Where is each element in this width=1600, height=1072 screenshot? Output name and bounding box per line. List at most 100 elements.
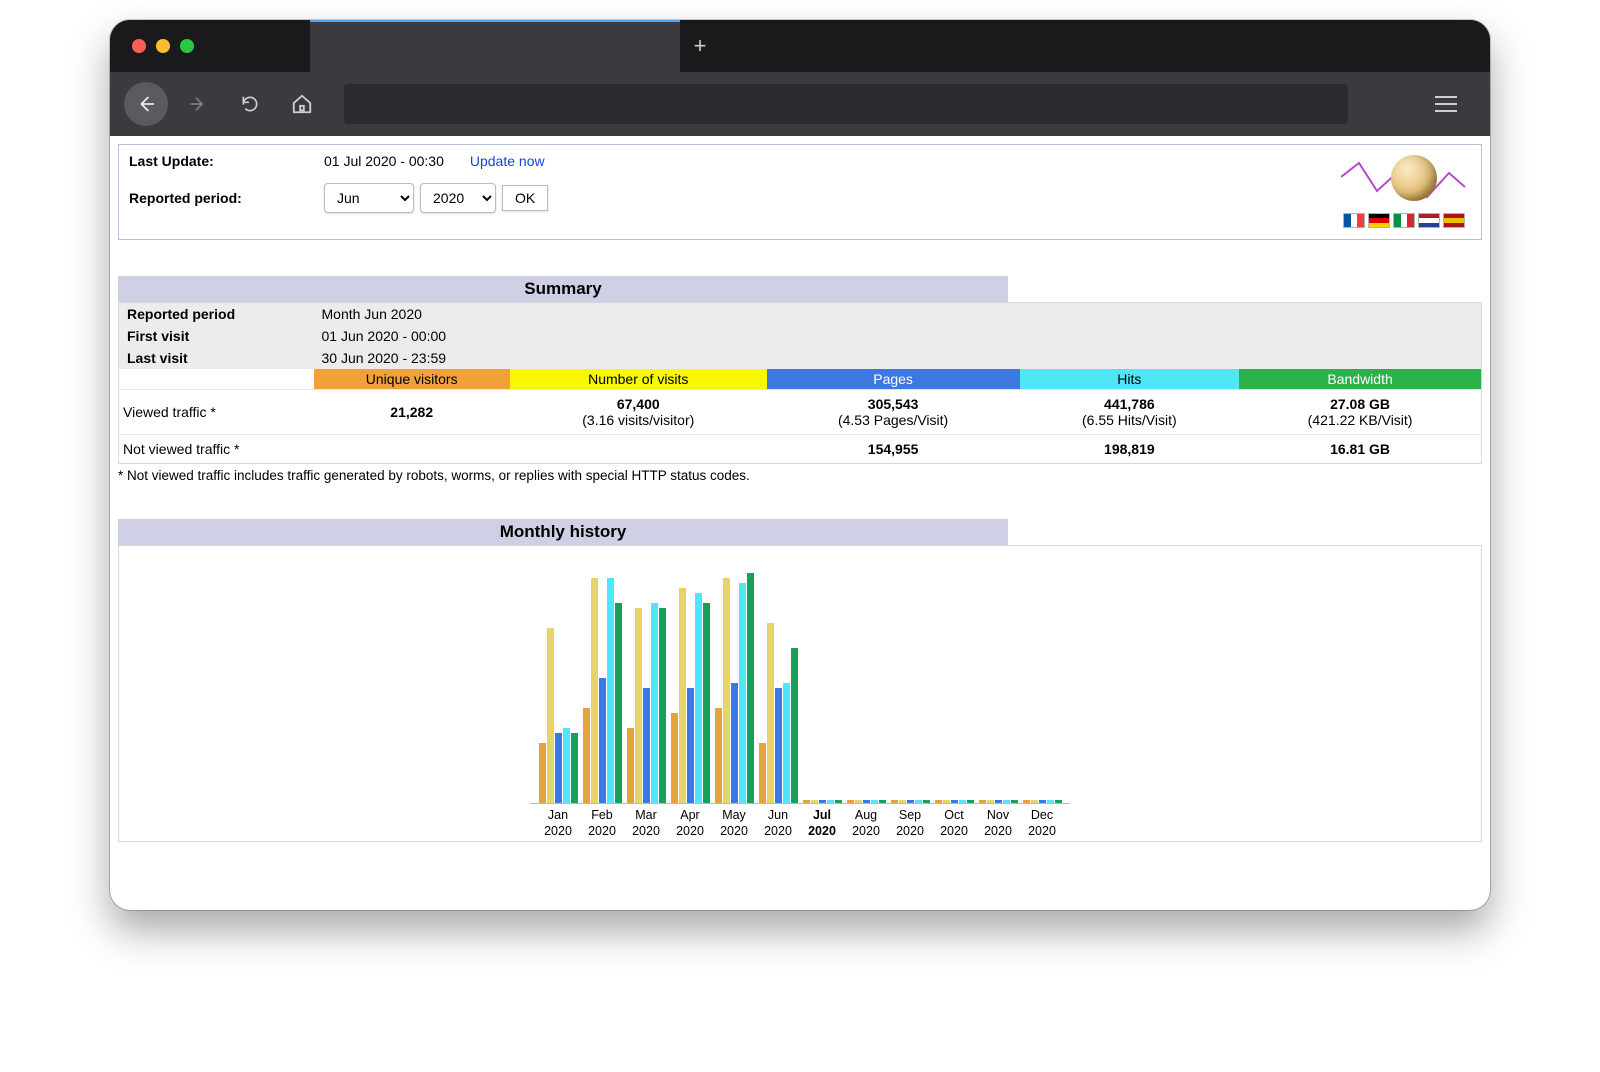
chart-bar-pg [1039, 800, 1046, 803]
address-bar[interactable] [344, 84, 1348, 124]
chart-xlabel: Jan2020 [538, 808, 578, 839]
chart-bar-uv [539, 743, 546, 803]
browser-tab-active[interactable] [310, 20, 680, 72]
chart-bar-bw [1055, 800, 1062, 803]
last-visit-label: Last visit [119, 347, 314, 369]
flag-spain[interactable] [1443, 213, 1465, 228]
chart-xlabel: Aug2020 [846, 808, 886, 839]
chart-bar-uv [979, 800, 986, 803]
new-tab-button[interactable]: + [680, 20, 720, 72]
chart-bar-ht [871, 800, 878, 803]
viewed-pages: 305,543 [868, 396, 919, 412]
chart-bar-nv [547, 628, 554, 803]
chart-month-group [978, 800, 1018, 803]
flag-italy[interactable] [1393, 213, 1415, 228]
flag-france[interactable] [1343, 213, 1365, 228]
not-viewed-bw: 16.81 GB [1330, 441, 1390, 457]
year-select[interactable]: 201820192020 [420, 183, 496, 213]
chart-xlabel: May2020 [714, 808, 754, 839]
summary-table: Reported period Month Jun 2020 First vis… [118, 302, 1482, 464]
viewed-traffic-label: Viewed traffic * [119, 390, 314, 435]
arrow-right-icon [188, 94, 208, 114]
home-icon [291, 93, 313, 115]
last-update-label: Last Update: [129, 153, 324, 169]
chart-bar-ht [827, 800, 834, 803]
chart-bar-ht [1047, 800, 1054, 803]
chart-xlabel: Mar2020 [626, 808, 666, 839]
chart-bar-ht [695, 593, 702, 803]
logo-cluster [1343, 153, 1465, 228]
summary-footnote: * Not viewed traffic includes traffic ge… [118, 468, 1482, 483]
first-visit-value: 01 Jun 2020 - 00:00 [314, 325, 1482, 347]
menu-button[interactable] [1426, 96, 1466, 112]
col-unique-visitors: Unique visitors [314, 369, 510, 390]
forward-button[interactable] [176, 82, 220, 126]
chart-bar-pg [775, 688, 782, 803]
chart-xlabel: Jun2020 [758, 808, 798, 839]
chart-bar-uv [803, 800, 810, 803]
chart-bar-pg [819, 800, 826, 803]
chart-bar-nv [943, 800, 950, 803]
chart-xlabel: Oct2020 [934, 808, 974, 839]
chart-month-group [802, 800, 842, 803]
chart-bar-bw [659, 608, 666, 803]
chart-bar-bw [923, 800, 930, 803]
reload-button[interactable] [228, 82, 272, 126]
monthly-history-chart-wrap: Jan2020Feb2020Mar2020Apr2020May2020Jun20… [118, 545, 1482, 842]
month-select[interactable]: JanFebMarAprMayJunJulAugSepOctNovDec [324, 183, 414, 213]
summary-info-row: Reported period Month Jun 2020 [119, 303, 1482, 326]
chart-bar-nv [1031, 800, 1038, 803]
viewed-uv: 21,282 [390, 404, 433, 420]
chart-bar-pg [995, 800, 1002, 803]
browser-window: + Last Update: 01 Jul 2020 - 00:30 Updat… [110, 20, 1490, 910]
monthly-history-chart [530, 554, 1070, 804]
col-number-of-visits: Number of visits [510, 369, 767, 390]
chart-month-group [714, 573, 754, 803]
flag-germany[interactable] [1368, 213, 1390, 228]
chart-xlabel: Dec2020 [1022, 808, 1062, 839]
flag-netherlands[interactable] [1418, 213, 1440, 228]
chart-xlabel: Jul2020 [802, 808, 842, 839]
chart-month-group [626, 603, 666, 803]
reported-period-label: Reported period: [129, 190, 324, 206]
chart-bar-ht [959, 800, 966, 803]
col-hits: Hits [1020, 369, 1240, 390]
chart-bar-bw [791, 648, 798, 803]
chart-bar-ht [739, 583, 746, 803]
viewed-hits: 441,786 [1104, 396, 1155, 412]
chart-bar-uv [671, 713, 678, 803]
chart-xlabel: Feb2020 [582, 808, 622, 839]
chart-bar-bw [835, 800, 842, 803]
language-flags [1343, 213, 1465, 228]
maximize-window-button[interactable] [180, 39, 194, 53]
not-viewed-hits: 198,819 [1104, 441, 1155, 457]
chart-month-group [538, 628, 578, 803]
chart-bar-uv [847, 800, 854, 803]
close-window-button[interactable] [132, 39, 146, 53]
reload-icon [240, 94, 260, 114]
viewed-visits: 67,400 [617, 396, 660, 412]
minimize-window-button[interactable] [156, 39, 170, 53]
chart-bar-ht [915, 800, 922, 803]
chart-xlabel: Nov2020 [978, 808, 1018, 839]
chart-month-group [758, 623, 798, 803]
chart-bar-bw [879, 800, 886, 803]
back-button[interactable] [124, 82, 168, 126]
monthly-history-xaxis: Jan2020Feb2020Mar2020Apr2020May2020Jun20… [530, 808, 1070, 839]
chart-bar-bw [615, 603, 622, 803]
chart-bar-ht [651, 603, 658, 803]
summary-column-headers: Unique visitors Number of visits Pages H… [119, 369, 1482, 390]
chart-month-group [1022, 800, 1062, 803]
chart-bar-pg [907, 800, 914, 803]
chart-bar-nv [723, 578, 730, 803]
monthly-history-header: Monthly history [118, 519, 1008, 545]
chart-bar-nv [855, 800, 862, 803]
chart-bar-uv [627, 728, 634, 803]
update-now-link[interactable]: Update now [470, 153, 545, 169]
window-controls [110, 39, 310, 53]
chart-month-group [582, 578, 622, 803]
ok-button[interactable]: OK [502, 185, 548, 211]
home-button[interactable] [280, 82, 324, 126]
report-header-box: Last Update: 01 Jul 2020 - 00:30 Update … [118, 144, 1482, 240]
chart-bar-bw [703, 603, 710, 803]
